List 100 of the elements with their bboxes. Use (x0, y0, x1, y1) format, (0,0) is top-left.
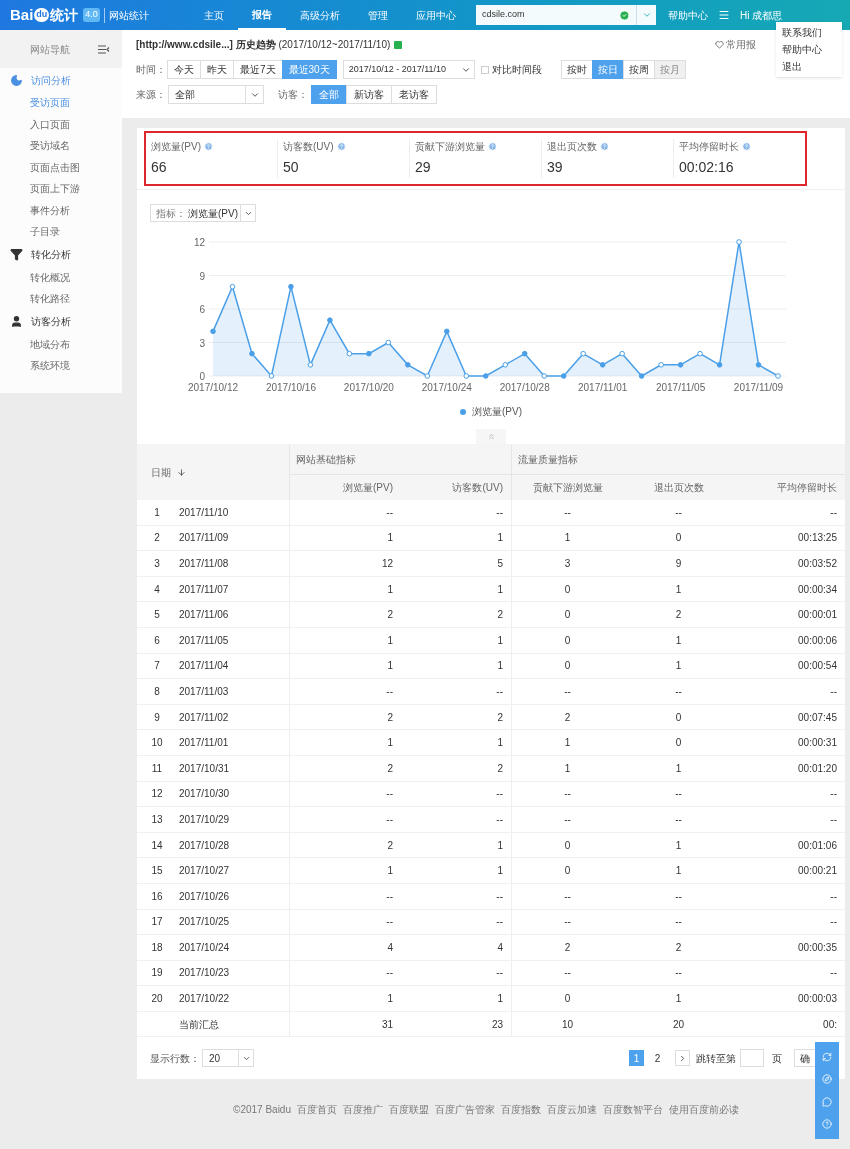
summary-label: 当前汇总 (179, 1017, 219, 1032)
compare-label: 对比时间段 (491, 63, 542, 77)
table-cell-text: 0 (564, 838, 571, 853)
logo-text: Bai (10, 4, 34, 25)
table-cell-text: 00:00:21 (798, 864, 837, 879)
metric-label: 退出页次数 (547, 140, 597, 154)
table-cell-text: 2017/10/24 (179, 940, 230, 955)
table-cell-text: 5 (497, 557, 503, 571)
table-cell-text: 0 (564, 659, 571, 674)
table-cell-text: 2017/10/29 (179, 812, 230, 827)
table-cell-text: 2017/11/03 (179, 684, 229, 699)
y-tick-label: 0 (199, 371, 205, 382)
table-cell-text: 4 (154, 582, 160, 597)
table-cell-text: -- (386, 889, 393, 904)
table-cell-text: 2 (387, 761, 393, 776)
visitor-label: 访客： (278, 88, 308, 102)
table-cell-text: -- (496, 684, 503, 699)
table-cell-text: 00: (823, 1017, 837, 1032)
metric-value: 29 (415, 158, 432, 177)
table-cell-text: -- (496, 915, 503, 930)
table-cell-text: 1 (675, 992, 682, 1007)
table-cell-text: 1 (675, 659, 682, 674)
table-cell-text: 00:00:01 (798, 608, 837, 623)
table-cell-text: 2017/11/04 (179, 659, 229, 674)
table-cell-text: -- (675, 966, 682, 981)
table-cell-text: 6 (154, 633, 160, 648)
table-cell-text: -- (564, 505, 571, 520)
table-cell-text: 12 (381, 557, 393, 571)
metric-label: 浏览量(PV) (151, 140, 201, 154)
table-cell-text: -- (496, 966, 503, 981)
table-cell-text: -- (496, 505, 503, 520)
table-cell-text: -- (386, 966, 393, 981)
table-cell-text: 1 (497, 736, 503, 751)
table-cell-text: 0 (564, 633, 571, 648)
table-cell-text: 14 (151, 838, 163, 853)
table-cell-text: 2 (675, 940, 682, 955)
table-cell-text: 00:01:06 (798, 838, 837, 853)
table-cell-text: 3 (564, 557, 571, 571)
column-header: 贡献下游浏览量 (531, 481, 604, 495)
table-cell-text: 9 (675, 557, 682, 571)
table-cell-text: 1 (675, 838, 682, 853)
table-cell-text: -- (564, 684, 571, 699)
table-cell-text: 00:00:54 (798, 659, 837, 674)
table-cell-text: 00:00:03 (798, 992, 837, 1007)
table-cell-text: -- (564, 889, 571, 904)
table-cell-text: -- (564, 915, 571, 930)
table-cell-text: 00:00:31 (798, 736, 837, 751)
table-cell-text: -- (830, 684, 837, 699)
table-cell-text: 4 (497, 940, 503, 955)
time-label: 时间： (136, 63, 166, 77)
column-header: 访客数(UV) (401, 475, 512, 500)
table-cell-text: 8 (154, 684, 160, 699)
table-cell-text: 1 (387, 992, 393, 1007)
table-cell-text: 2017/10/30 (179, 787, 230, 802)
table-cell-text: 18 (151, 940, 163, 955)
table-cell-text: 2017/11/01 (179, 736, 229, 751)
table-cell-text: 12 (151, 787, 163, 802)
table-cell-text: 17 (151, 915, 163, 930)
table-cell-text: -- (675, 505, 682, 520)
table-cell-text: 10 (151, 736, 163, 751)
table-cell-text: 1 (675, 864, 682, 879)
table-cell-text: 1 (497, 582, 503, 597)
table-cell-text: 1 (387, 582, 393, 597)
column-header: 平均停留时长 (776, 481, 838, 495)
metric-label: 平均停留时长 (679, 140, 739, 154)
table-cell-text: 2 (387, 838, 393, 853)
table-cell-text: 1 (497, 838, 503, 853)
table-cell-text: 2017/10/31 (179, 761, 230, 776)
table-cell-text: -- (564, 966, 571, 981)
table-cell-text: -- (496, 787, 503, 802)
table-cell-text: 2017/11/06 (179, 608, 229, 623)
table-cell-text: 2017/11/07 (179, 582, 229, 597)
table-cell-text: -- (830, 889, 837, 904)
table-cell-text: 0 (564, 608, 571, 623)
table-cell-text: -- (830, 787, 837, 802)
table-cell-text: 2017/10/26 (179, 889, 230, 904)
table-cell-text: 2017/11/10 (179, 505, 229, 520)
table-cell-text: 2017/10/22 (179, 992, 230, 1007)
table-cell-text: -- (496, 812, 503, 827)
table-cell-text: 0 (675, 531, 682, 546)
metric-value: 00:02:16 (679, 158, 735, 177)
product-name: 网站统计 (103, 7, 149, 23)
table-cell-text: 1 (154, 505, 160, 520)
table-cell-text: 3 (154, 557, 160, 571)
y-tick-label: 6 (199, 304, 205, 315)
sidebar-title: 网站导航 (30, 42, 70, 57)
table-cell-text: -- (675, 889, 682, 904)
x-tick-label: 2017/10/16 (265, 382, 316, 393)
table-cell-text: 00:13:25 (798, 531, 837, 546)
table-cell-text: 13 (151, 812, 163, 827)
table-cell-text: 2 (564, 940, 571, 955)
table-cell-text: -- (675, 915, 682, 930)
metric-value: 39 (547, 158, 564, 177)
table-cell-text: 1 (387, 531, 393, 546)
metric-label: 访客数(UV) (283, 140, 334, 154)
table-cell-text: 1 (497, 531, 503, 546)
logo-paw-text: du (34, 8, 50, 22)
group-header: 流量质量指标 (512, 445, 845, 475)
table-cell-text: 9 (154, 710, 160, 725)
table-cell-text: 20 (151, 992, 163, 1007)
